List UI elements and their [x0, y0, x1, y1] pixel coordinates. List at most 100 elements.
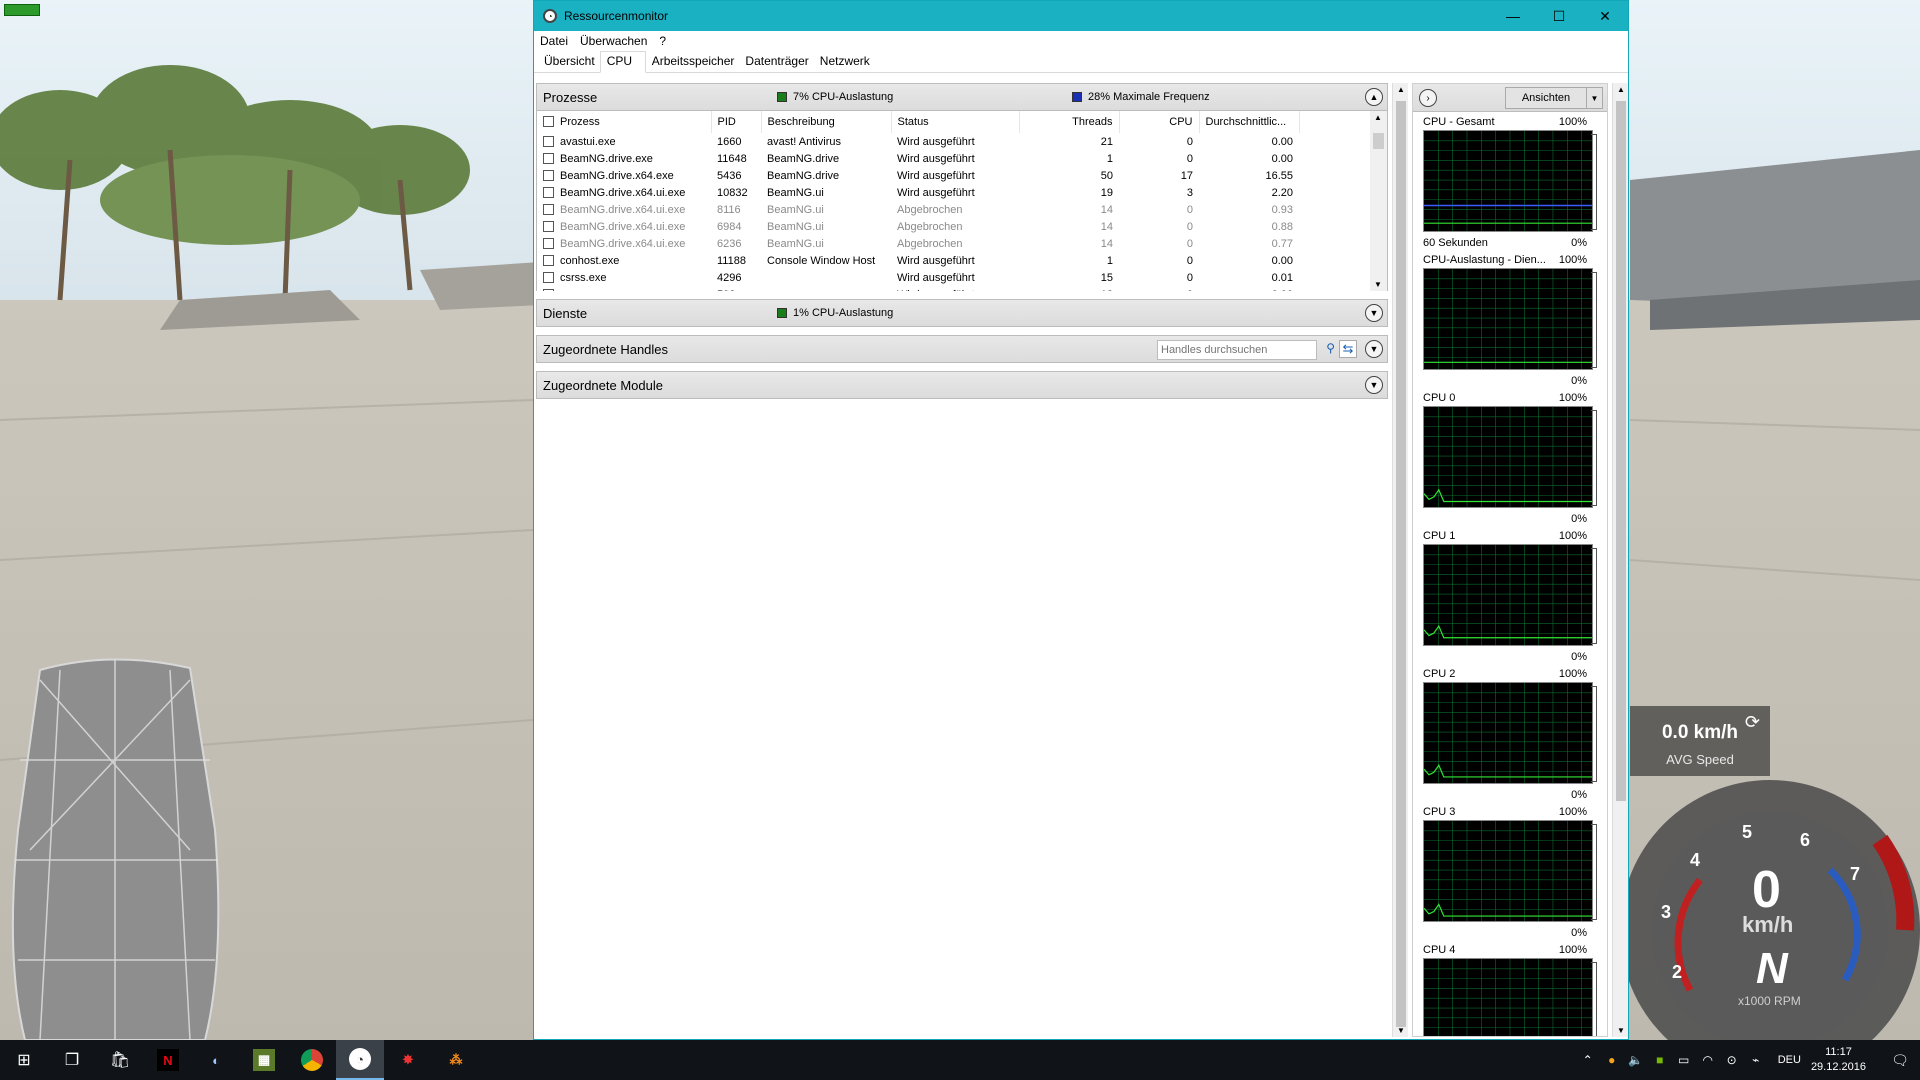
maximize-button[interactable]: ☐	[1536, 1, 1582, 31]
graph-scale-bracket	[1591, 548, 1597, 644]
table-row[interactable]: conhost.exe 11188 Console Window Host Wird …	[537, 252, 1299, 269]
table-row[interactable]: BeamNG.drive.x64.ui.exe 8116 BeamNG.ui Abge…	[537, 201, 1299, 218]
tab-network[interactable]: Netzwerk	[814, 51, 875, 72]
app-button-2[interactable]: ⁂	[432, 1040, 480, 1080]
process-pid: 5436	[717, 169, 742, 182]
handles-header[interactable]: Zugeordnete Handles ⚲ ⇆ ▼	[536, 335, 1388, 363]
beamng-button[interactable]: ✸	[384, 1040, 432, 1080]
views-button[interactable]: Ansichten ▼	[1505, 87, 1603, 109]
refresh-icon[interactable]: ⇆	[1339, 340, 1357, 358]
process-average-cpu: 0.00	[1199, 286, 1299, 292]
row-checkbox[interactable]	[543, 135, 554, 147]
table-row[interactable]: avastui.exe 1660 avast! Antivirus Wird ausg…	[537, 133, 1299, 150]
table-row[interactable]: BeamNG.drive.x64.ui.exe 6984 BeamNG.ui Abge…	[537, 218, 1299, 235]
row-checkbox[interactable]	[543, 203, 554, 215]
column-threads[interactable]: Threads	[1019, 111, 1120, 133]
netflix-button[interactable]: N	[144, 1040, 192, 1080]
scroll-up-icon[interactable]: ▲	[1374, 113, 1382, 122]
tab-memory[interactable]: Arbeitsspeicher	[646, 51, 740, 72]
row-checkbox[interactable]	[543, 271, 554, 283]
scroll-down-icon[interactable]: ▼	[1374, 280, 1382, 289]
processes-header[interactable]: Prozesse 7% CPU-Auslastung 28% Maximale …	[536, 83, 1388, 111]
cpu-graph: CPU 1 100% 0%	[1413, 526, 1607, 664]
row-checkbox[interactable]	[543, 152, 554, 164]
row-checkbox[interactable]	[543, 254, 554, 266]
tab-cpu[interactable]: CPU	[599, 51, 646, 73]
resource-monitor-taskbar-button[interactable]: ◔	[336, 1040, 384, 1080]
column-cpu[interactable]: CPU	[1119, 111, 1200, 133]
column-status[interactable]: Status	[891, 111, 1020, 133]
start-button[interactable]: ⊞	[0, 1040, 48, 1080]
menu-file[interactable]: Datei	[540, 34, 568, 48]
scroll-thumb[interactable]	[1396, 101, 1406, 1027]
services-header[interactable]: Dienste 1% CPU-Auslastung ▼	[536, 299, 1388, 327]
battery-icon[interactable]: ▭	[1672, 1053, 1696, 1067]
chevron-right-icon[interactable]: ›	[1419, 89, 1437, 107]
graph-max-label: 100%	[1558, 254, 1587, 266]
row-checkbox[interactable]	[543, 220, 554, 232]
menu-help[interactable]: ?	[659, 34, 666, 48]
app-button-1[interactable]: ◐	[192, 1040, 240, 1080]
left-pane-scrollbar[interactable]: ▲ ▼	[1392, 83, 1408, 1037]
network-icon[interactable]: ⌁	[1744, 1053, 1768, 1067]
volume-icon[interactable]: 🔈	[1624, 1053, 1648, 1067]
steam-icon[interactable]: ⊙	[1720, 1053, 1744, 1067]
scroll-down-icon[interactable]: ▼	[1397, 1026, 1405, 1035]
table-row[interactable]: BeamNG.drive.exe 11648 BeamNG.drive Wird au…	[537, 150, 1299, 167]
rpm-label: x1000 RPM	[1738, 994, 1801, 1008]
chrome-button[interactable]	[288, 1040, 336, 1080]
chevron-down-icon[interactable]: ▼	[1365, 340, 1383, 358]
column-average-cpu[interactable]: Durchschnittlic...	[1199, 111, 1300, 133]
modules-header[interactable]: Zugeordnete Module ▼	[536, 371, 1388, 399]
graph-min-label: 0%	[1571, 375, 1587, 387]
menu-monitor[interactable]: Überwachen	[580, 34, 647, 48]
notification-icon[interactable]: 🗨	[1880, 1052, 1920, 1069]
process-status: Abgebrochen	[897, 203, 963, 216]
table-row[interactable]: BeamNG.drive.x64.ui.exe 10832 BeamNG.ui Wir…	[537, 184, 1299, 201]
scroll-up-icon[interactable]: ▲	[1397, 85, 1405, 94]
resource-monitor-window: ◔ Ressourcenmonitor — ☐ ✕ Datei Überwach…	[533, 0, 1629, 1040]
avast-icon[interactable]: ●	[1600, 1053, 1624, 1067]
scroll-down-icon[interactable]: ▼	[1617, 1026, 1625, 1035]
scroll-thumb[interactable]	[1373, 133, 1384, 149]
chevron-down-icon[interactable]: ▼	[1365, 376, 1383, 394]
minimize-button[interactable]: —	[1490, 1, 1536, 31]
store-button[interactable]: 🛍	[96, 1040, 144, 1080]
task-view-button[interactable]: ❐	[48, 1040, 96, 1080]
search-icon[interactable]: ⚲	[1326, 341, 1335, 355]
clock[interactable]: 11:17 29.12.2016	[1811, 1045, 1866, 1075]
wifi-icon[interactable]: ◠	[1696, 1053, 1720, 1067]
process-description: BeamNG.ui	[767, 237, 824, 250]
close-button[interactable]: ✕	[1582, 1, 1628, 31]
graphs-scrollbar[interactable]: ▲ ▼	[1612, 83, 1628, 1037]
dropdown-arrow-icon[interactable]: ▼	[1586, 88, 1602, 108]
chevron-up-icon[interactable]: ▲	[1365, 88, 1383, 106]
chevron-up-icon[interactable]: ⌃	[1576, 1053, 1600, 1067]
tab-disk[interactable]: Datenträger	[739, 51, 813, 72]
row-checkbox[interactable]	[543, 237, 554, 249]
scroll-up-icon[interactable]: ▲	[1617, 85, 1625, 94]
handles-search-input[interactable]	[1157, 340, 1317, 360]
title-bar[interactable]: ◔ Ressourcenmonitor — ☐ ✕	[534, 1, 1628, 31]
minecraft-button[interactable]: ▦	[240, 1040, 288, 1080]
table-row[interactable]: BeamNG.drive.x64.ui.exe 6236 BeamNG.ui Abge…	[537, 235, 1299, 252]
chevron-down-icon[interactable]: ▼	[1365, 304, 1383, 322]
tab-overview[interactable]: Übersicht	[538, 51, 600, 72]
column-pid[interactable]: PID	[711, 111, 762, 133]
row-checkbox[interactable]	[543, 169, 554, 181]
table-row[interactable]: csrss.exe 4296 Wird ausgeführt 15 0 0.01	[537, 269, 1299, 286]
row-checkbox[interactable]	[543, 186, 554, 198]
table-row[interactable]: BeamNG.drive.x64.exe 5436 BeamNG.drive Wird…	[537, 167, 1299, 184]
row-checkbox[interactable]	[543, 288, 554, 291]
graph-scale-bracket	[1591, 824, 1597, 920]
graph-min-label: 0%	[1571, 651, 1587, 663]
table-row[interactable]: csrss.exe592 Wird ausgeführt1300.00	[537, 286, 1299, 291]
nvidia-icon[interactable]: ■	[1648, 1053, 1672, 1067]
processes-scrollbar[interactable]: ▲ ▼	[1370, 111, 1387, 291]
reset-icon[interactable]: ⟳	[1745, 712, 1760, 733]
scroll-thumb[interactable]	[1616, 101, 1626, 801]
language-indicator[interactable]: DEU	[1778, 1054, 1801, 1066]
column-description[interactable]: Beschreibung	[761, 111, 892, 133]
select-all-checkbox[interactable]	[543, 116, 554, 127]
table-header-row: Prozess PID Beschreibung Status Threads …	[537, 111, 1300, 133]
